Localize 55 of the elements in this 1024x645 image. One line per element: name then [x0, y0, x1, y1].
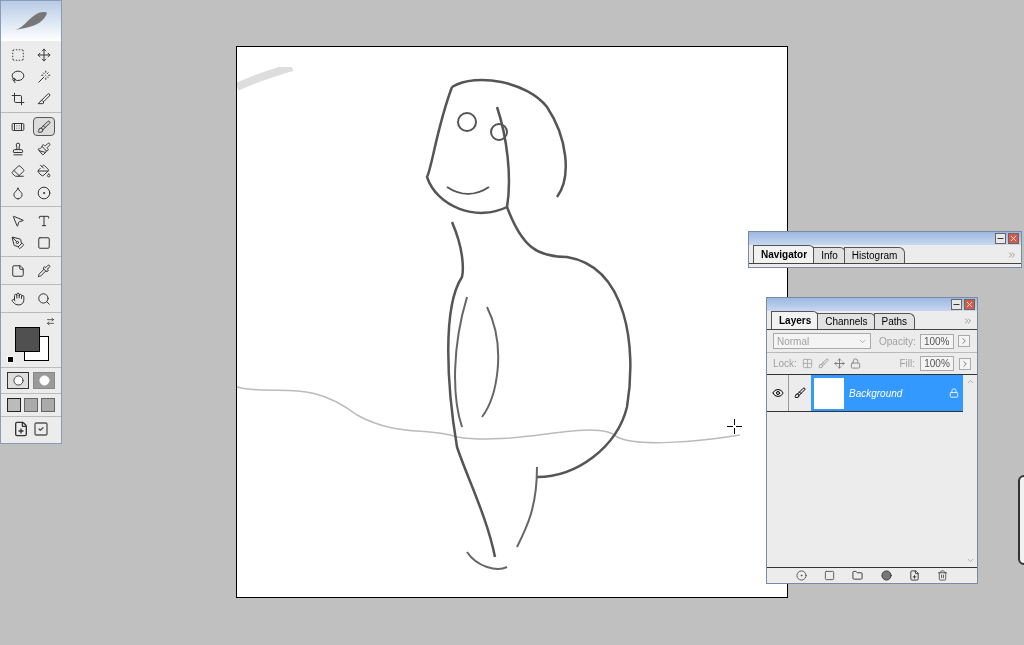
panel-tab[interactable]: Channels — [817, 313, 876, 329]
tool-button[interactable] — [33, 117, 55, 136]
layer-thumbnail — [813, 376, 845, 410]
move-icon[interactable] — [833, 358, 845, 369]
pointer-icon — [11, 213, 25, 228]
close-icon[interactable] — [964, 299, 975, 310]
trash-icon[interactable] — [937, 570, 949, 581]
screen-mode-button[interactable] — [7, 398, 21, 412]
stamp-icon — [11, 141, 25, 156]
opacity-label: Opacity: — [879, 334, 916, 349]
hand-icon — [11, 291, 25, 306]
lasso-icon — [11, 69, 25, 84]
mask-mode-button[interactable] — [7, 372, 29, 389]
knife-icon — [37, 91, 51, 106]
marquee-icon — [11, 47, 25, 62]
fill-label: Fill: — [899, 357, 915, 371]
minimize-icon[interactable] — [951, 299, 962, 310]
type-icon — [37, 213, 51, 228]
brush-icon — [794, 387, 806, 399]
crosshair-cursor-icon — [727, 419, 742, 434]
note-icon — [11, 263, 25, 278]
eye-icon — [771, 387, 784, 399]
opacity-field[interactable]: 100% — [919, 333, 954, 349]
swap-colors-icon[interactable] — [46, 317, 55, 326]
mask-icon[interactable] — [824, 570, 835, 581]
panel-tab[interactable]: Info — [813, 247, 846, 263]
panel-tab[interactable]: Navigator — [753, 245, 816, 263]
folder-icon[interactable] — [852, 570, 864, 581]
droplet-icon — [11, 185, 25, 200]
circle-icon — [38, 375, 50, 386]
color-swatches-drawing[interactable] — [15, 327, 49, 361]
panel-tab[interactable]: Paths — [873, 313, 916, 329]
paintbrush-icon — [37, 141, 51, 156]
feather-icon — [13, 10, 49, 32]
pen-icon — [11, 235, 25, 250]
panel-tab[interactable]: Histogram — [843, 247, 906, 263]
checkerboard-icon[interactable] — [801, 358, 813, 369]
brush-icon — [37, 119, 51, 134]
eraser-icon — [11, 163, 25, 178]
paint-bucket-icon — [37, 163, 51, 178]
close-icon[interactable] — [1008, 233, 1019, 244]
layer-name: Background — [849, 386, 904, 401]
new-layer-icon[interactable] — [908, 570, 920, 581]
checkmark-icon[interactable] — [33, 421, 49, 437]
circle-icon — [12, 375, 24, 386]
eyedropper-icon — [37, 263, 51, 278]
move-icon — [37, 47, 51, 62]
minimize-icon[interactable] — [995, 233, 1006, 244]
rectangle-icon — [37, 235, 51, 250]
zoom-icon — [37, 291, 51, 306]
crop-icon — [11, 91, 25, 106]
fill-field[interactable]: 100% — [920, 356, 954, 371]
panel-tab[interactable]: Layers — [771, 311, 820, 329]
lock-label: Lock: — [773, 357, 797, 371]
magic-wand-icon — [37, 69, 51, 84]
